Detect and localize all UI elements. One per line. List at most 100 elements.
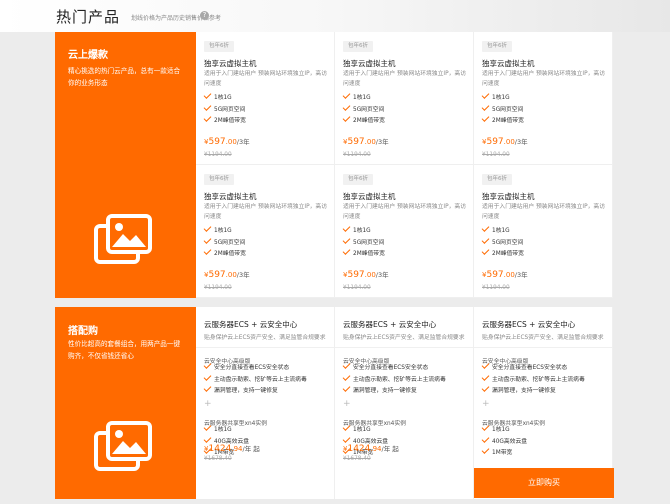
feature-item: 安全分直接查看ECS安全状态 — [481, 361, 585, 375]
original-price: ¥1194.00 — [343, 285, 371, 291]
bundle-title[interactable]: 云服务器ECS + 云安全中心 — [482, 319, 575, 330]
feature-item: 1核1G — [481, 224, 524, 238]
discount-badge: 包年6折 — [482, 174, 512, 185]
feature-item: 1核1G — [203, 91, 246, 105]
help-icon[interactable]: ? — [200, 11, 209, 20]
security-feature-list: 安全分直接查看ECS安全状态 主动盘示勒索、挖矿等云上主流病毒 漏洞管理，支持一键修… — [342, 361, 446, 398]
feature-item: 5G网页空间 — [342, 102, 385, 117]
price-value: 597 — [486, 270, 504, 280]
check-icon — [481, 361, 490, 369]
feature-item: 5G网页空间 — [481, 235, 524, 250]
check-icon — [481, 247, 490, 255]
product-card[interactable]: 包年6折 独享云虚拟主机 适用于入门建站用户 预装网站环境独立IP，高访问速度 1核1… — [196, 32, 335, 165]
feature-item: 主动盘示勒索、挖矿等云上主流病毒 — [342, 372, 446, 387]
feature-item: 安全分直接查看ECS安全状态 — [342, 361, 446, 375]
bundle-title[interactable]: 云服务器ECS + 云安全中心 — [204, 319, 297, 330]
check-icon — [342, 384, 351, 392]
check-icon — [481, 224, 490, 232]
price-unit: /3年 — [375, 138, 389, 146]
price-value: 597 — [347, 270, 365, 280]
feature-item: 5G网页空间 — [203, 102, 246, 117]
feature-label: 安全分直接查看ECS安全状态 — [492, 365, 568, 371]
product-description: 适用于入门建站用户 预装网站环境独立IP，高访问速度 — [343, 204, 466, 220]
security-feature-list: 安全分直接查看ECS安全状态 主动盘示勒索、挖矿等云上主流病毒 漏洞管理，支持一键修… — [203, 361, 307, 398]
feature-item: 1核1G — [342, 423, 388, 437]
product-title[interactable]: 独享云虚拟主机 — [343, 191, 396, 202]
price-decimal: .00 — [225, 271, 237, 279]
price-unit: /3年 — [375, 271, 389, 279]
panel-description: 精心挑选的热门云产品，总有一款适合你的业务形态 — [68, 67, 181, 87]
price: ¥1424.94/年 起 — [343, 443, 399, 454]
feature-label: 主动盘示勒索、挖矿等云上主流病毒 — [492, 376, 585, 383]
plus-icon: + — [204, 399, 212, 409]
product-card[interactable]: 包年6折 独享云虚拟主机 适用于入门建站用户 预装网站环境独立IP，高访问速度 1核1… — [196, 165, 335, 298]
check-icon — [342, 224, 351, 232]
discount-badge: 包年6折 — [343, 174, 373, 185]
price-unit: /3年 — [236, 138, 250, 146]
product-card[interactable]: 包年6折 独享云虚拟主机 适用于入门建站用户 预装网站环境独立IP，高访问速度 1核1… — [335, 32, 474, 165]
check-icon — [342, 361, 351, 369]
feature-item: 1核1G — [203, 423, 249, 437]
check-icon — [342, 91, 351, 99]
feature-list: 1核1G 5G网页空间 2M峰值带宽 — [203, 91, 246, 128]
bundle-description: 贴身保护云上ECS资产安全、满足监管合规要求 — [482, 335, 604, 341]
feature-label: 2M峰值带宽 — [492, 118, 524, 124]
product-title[interactable]: 独享云虚拟主机 — [482, 191, 535, 202]
price-unit: /年 起 — [381, 445, 399, 453]
product-card[interactable]: 包年6折 独享云虚拟主机 适用于入门建站用户 预装网站环境独立IP，高访问速度 1核1… — [474, 165, 613, 298]
feature-item: 2M峰值带宽 — [342, 247, 385, 261]
product-card[interactable]: 包年6折独享云虚拟主机适用于入门建站用户 预装网站环境独立IP，高访问速度 1核1… — [335, 165, 474, 298]
original-price: ¥1678.40 — [343, 456, 371, 462]
feature-item: 5G网页空间 — [481, 102, 524, 117]
price-decimal: .00 — [503, 138, 515, 146]
price-decimal: .94 — [370, 445, 382, 453]
feature-item: 漏洞管理，支持一键修复 — [481, 384, 585, 398]
feature-label: 1核1G — [214, 427, 232, 433]
feature-item: 主动盘示勒索、挖矿等云上主流病毒 — [481, 372, 585, 387]
price-unit: /3年 — [236, 271, 250, 279]
feature-label: 40G高效云盘 — [492, 438, 528, 445]
divider — [474, 347, 612, 348]
feature-item: 漏洞管理，支持一键修复 — [203, 384, 307, 398]
bundle-card[interactable]: 云服务器ECS + 云安全中心 贴身保护云上ECS资产安全、满足监管合规要求 云安全… — [335, 307, 474, 499]
check-icon — [481, 446, 490, 454]
product-description: 适用于入门建站用户 预装网站环境独立IP，高访问速度 — [204, 204, 327, 220]
check-icon — [342, 114, 351, 122]
feature-item: 1核1G — [203, 224, 246, 238]
feature-label: 漏洞管理，支持一键修复 — [214, 388, 278, 394]
price: ¥597.00/3年 — [343, 136, 389, 147]
product-title[interactable]: 独享云虚拟主机 — [482, 58, 535, 69]
price-value: 1424 — [208, 444, 232, 454]
feature-item: 安全分直接查看ECS安全状态 — [203, 361, 307, 375]
feature-label: 1核1G — [353, 228, 371, 234]
bundle-description: 贴身保护云上ECS资产安全、满足监管合规要求 — [204, 335, 326, 341]
original-price: ¥1194.00 — [204, 285, 232, 291]
check-icon — [342, 423, 351, 431]
buy-now-button[interactable]: 立即购买 — [474, 468, 614, 498]
product-title[interactable]: 独享云虚拟主机 — [343, 58, 396, 69]
bundle-card[interactable]: 云服务器ECS + 云安全中心 贴身保护云上ECS资产安全、满足监管合规要求 云安全… — [196, 307, 335, 499]
price-decimal: .94 — [231, 445, 243, 453]
discount-badge: 包年6折 — [204, 41, 234, 52]
section-title: 热门产品 — [56, 8, 121, 26]
price-value: 597 — [208, 137, 226, 147]
product-title[interactable]: 独享云虚拟主机 — [204, 191, 257, 202]
feature-item: 主动盘示勒索、挖矿等云上主流病毒 — [203, 372, 307, 387]
feature-label: 1核1G — [353, 95, 371, 101]
price: ¥597.00/3年 — [204, 136, 250, 147]
product-title[interactable]: 独享云虚拟主机 — [204, 58, 257, 69]
original-price: ¥1194.00 — [204, 152, 232, 158]
hot-products-panel: 云上爆款 精心挑选的热门云产品，总有一款适合你的业务形态 — [55, 32, 196, 298]
product-card[interactable]: 包年6折 独享云虚拟主机 适用于入门建站用户 预装网站环境独立IP，高访问速度 1核1… — [474, 32, 613, 165]
price-value: 1424 — [347, 444, 371, 454]
bundle-description: 贴身保护云上ECS资产安全、满足监管合规要求 — [343, 335, 465, 341]
bundle-title[interactable]: 云服务器ECS + 云安全中心 — [343, 319, 436, 330]
original-price: ¥1194.00 — [343, 152, 371, 158]
plus-icon: + — [482, 399, 490, 409]
feature-label: 1核1G — [492, 95, 510, 101]
bundle-panel: 搭配购 性价比超高的套餐组合，用两产品一键购齐，不仅省钱还省心 — [55, 307, 196, 499]
feature-item: 1核1G — [342, 91, 385, 105]
feature-item: 2M峰值带宽 — [342, 114, 385, 128]
price-unit: /3年 — [514, 138, 528, 146]
feature-label: 5G网页空间 — [353, 239, 385, 246]
